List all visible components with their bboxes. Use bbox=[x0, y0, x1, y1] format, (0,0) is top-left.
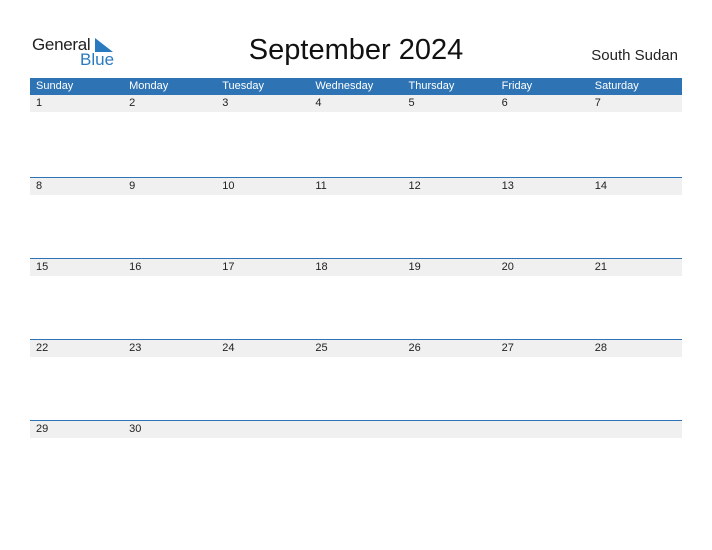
day-cell: 25 bbox=[315, 342, 328, 354]
week-row: 15 16 17 18 19 20 21 bbox=[30, 258, 682, 276]
day-cell: 26 bbox=[408, 342, 421, 354]
day-cell: 21 bbox=[594, 261, 607, 273]
day-cell: 2 bbox=[129, 97, 136, 109]
day-cell: 6 bbox=[501, 97, 508, 109]
weekday-tuesday: Tuesday bbox=[222, 80, 265, 92]
day-cell: 14 bbox=[594, 180, 607, 192]
week-row: 8 9 10 11 12 13 14 bbox=[30, 177, 682, 195]
day-cell: 12 bbox=[408, 180, 421, 192]
day-cell bbox=[589, 421, 682, 438]
day-cell: 18 bbox=[315, 261, 328, 273]
day-cell bbox=[309, 421, 402, 438]
day-cell: 20 bbox=[501, 261, 514, 273]
day-cell: 29 bbox=[36, 423, 49, 435]
weekday-saturday: Saturday bbox=[594, 80, 639, 92]
day-cell: 15 bbox=[36, 261, 49, 273]
day-cell: 5 bbox=[408, 97, 415, 109]
day-cell: 4 bbox=[315, 97, 322, 109]
day-cell bbox=[403, 421, 496, 438]
day-cell: 8 bbox=[36, 180, 43, 192]
day-cell: 10 bbox=[222, 180, 235, 192]
day-cell: 7 bbox=[594, 97, 601, 109]
weekday-wednesday: Wednesday bbox=[315, 80, 374, 92]
day-cell: 28 bbox=[594, 342, 607, 354]
week-row: 29 30 bbox=[30, 420, 682, 438]
day-cell: 27 bbox=[501, 342, 514, 354]
day-cell: 3 bbox=[222, 97, 229, 109]
weekday-sunday: Sunday bbox=[36, 80, 74, 92]
day-cell: 24 bbox=[222, 342, 235, 354]
day-cell: 23 bbox=[129, 342, 142, 354]
day-cell: 17 bbox=[222, 261, 235, 273]
day-cell: 1 bbox=[36, 97, 43, 109]
weekday-header: Sunday Monday Tuesday Wednesday Thursday… bbox=[30, 78, 682, 95]
day-cell: 30 bbox=[129, 423, 142, 435]
country-label: South Sudan bbox=[591, 47, 678, 64]
day-cell bbox=[496, 421, 589, 438]
day-cell: 16 bbox=[129, 261, 142, 273]
week-row: 22 23 24 25 26 27 28 bbox=[30, 339, 682, 357]
day-cell bbox=[216, 421, 309, 438]
day-cell: 13 bbox=[501, 180, 514, 192]
day-cell: 9 bbox=[129, 180, 136, 192]
week-row: 1 2 3 4 5 6 7 bbox=[30, 95, 682, 112]
day-cell: 22 bbox=[36, 342, 49, 354]
weekday-monday: Monday bbox=[129, 80, 169, 92]
weekday-friday: Friday bbox=[501, 80, 533, 92]
weekday-thursday: Thursday bbox=[408, 80, 455, 92]
day-cell: 19 bbox=[408, 261, 421, 273]
day-cell: 11 bbox=[315, 180, 327, 192]
